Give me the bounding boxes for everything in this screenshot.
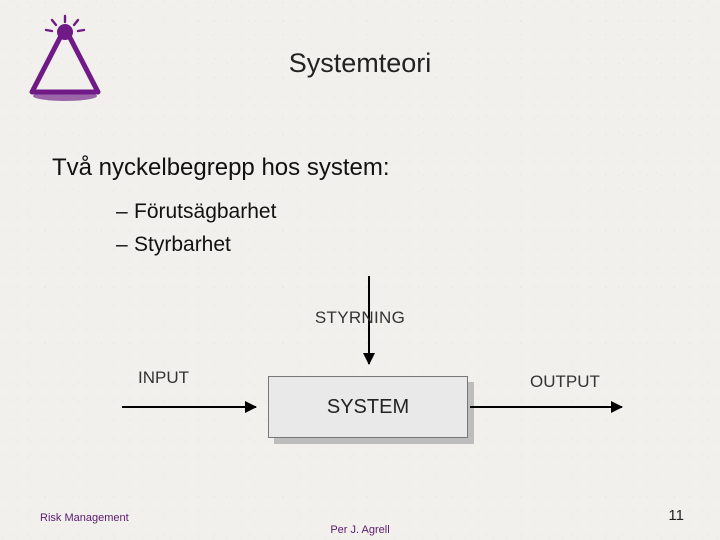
output-label: OUTPUT — [530, 372, 600, 392]
footer-left: Risk Management — [40, 512, 129, 524]
footer-center: Per J. Agrell — [0, 524, 720, 536]
arrow-output — [470, 406, 622, 408]
arrow-input — [122, 406, 256, 408]
system-diagram: STYRNING INPUT SYSTEM OUTPUT — [0, 272, 720, 482]
page-number: 11 — [668, 507, 684, 524]
system-box-label: SYSTEM — [327, 396, 409, 419]
control-label: STYRNING — [0, 308, 720, 328]
input-label: INPUT — [138, 368, 189, 388]
page-title: Systemteori — [0, 48, 720, 79]
intro-text: Två nyckelbegrepp hos system: — [52, 154, 390, 182]
bullet-text: Styrbarhet — [134, 233, 231, 256]
slide-header: Systemteori — [0, 0, 720, 120]
system-box: SYSTEM — [268, 376, 468, 438]
bullet-item: –Förutsägbarhet — [116, 196, 276, 229]
bullet-item: –Styrbarhet — [116, 229, 276, 262]
bullet-text: Förutsägbarhet — [134, 200, 276, 223]
bullet-list: –Förutsägbarhet –Styrbarhet — [116, 196, 276, 261]
